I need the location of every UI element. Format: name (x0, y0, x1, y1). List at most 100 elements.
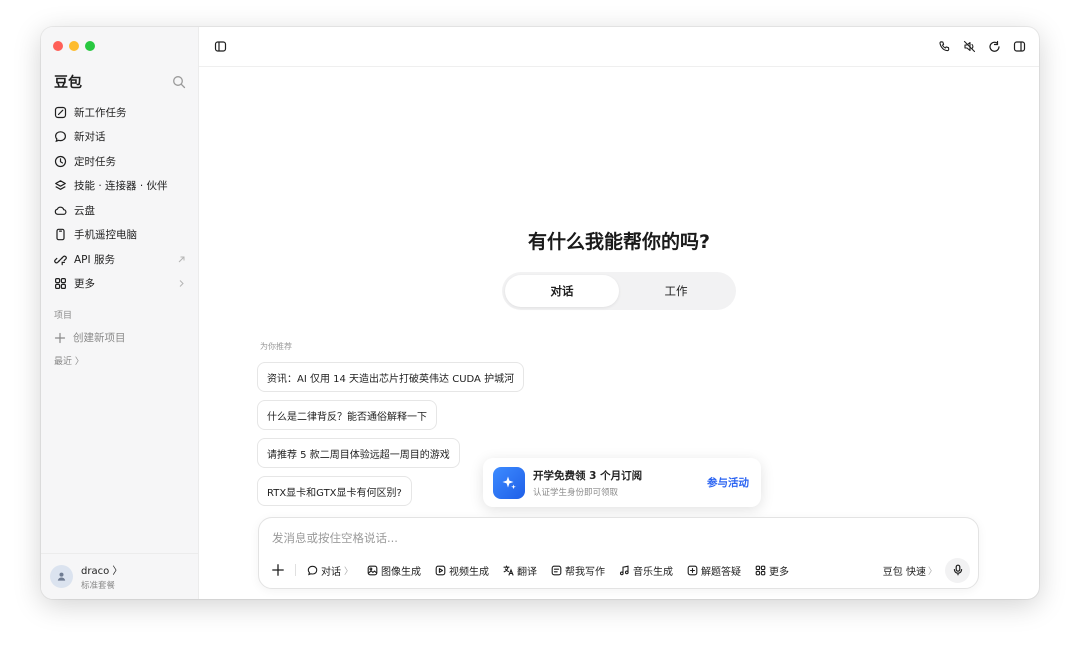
sidebar-nav: 新工作任务 新对话 定时任务 技能 · 连接器 · 伙伴 云盘 手机遥控电脑 A… (54, 100, 186, 296)
panel-toggle-icon[interactable] (1013, 40, 1026, 53)
sidebar-item-cloud-drive[interactable]: 云盘 (54, 198, 186, 223)
sidebar: 豆包 新工作任务 新对话 定时任务 技能 · 连接器 · 伙伴 云盘 手机遥控电… (41, 27, 199, 599)
new-chat-icon[interactable] (988, 40, 1001, 53)
app-window: 豆包 新工作任务 新对话 定时任务 技能 · 连接器 · 伙伴 云盘 手机遥控电… (41, 27, 1039, 599)
phone-call-icon[interactable] (938, 40, 951, 53)
grid-icon (755, 565, 766, 576)
zoom-window-button[interactable] (85, 41, 95, 51)
api-icon (54, 253, 67, 266)
music-icon (619, 565, 630, 576)
sidebar-toggle-icon[interactable] (214, 40, 227, 53)
app-brand: 豆包 (54, 75, 82, 91)
tool-label: 图像生成 (381, 566, 422, 578)
sidebar-item-scheduled-tasks[interactable]: 定时任务 (54, 149, 186, 174)
chevron-right-icon (177, 279, 186, 288)
main-panel: 有什么我能帮你的吗? 对话 工作 为你推荐 资讯：AI 仅用 14 天造出芯片打… (199, 27, 1039, 599)
tool-music-generation[interactable]: 音乐生成 (619, 563, 673, 578)
create-project-label: 创建新项目 (73, 332, 126, 344)
recent-section-toggle[interactable]: 最近 〉 (54, 354, 84, 367)
sidebar-item-label: API 服务 (74, 253, 115, 266)
tool-writing-assistant[interactable]: 帮我写作 (551, 563, 605, 578)
mode-switch: 对话 工作 (502, 272, 736, 310)
chevron-right-icon: 〉 (344, 566, 354, 577)
top-bar (199, 27, 1039, 67)
user-profile[interactable]: draco 〉 标准套餐 (41, 553, 198, 599)
model-selector[interactable]: 豆包 快速 〉 (883, 563, 937, 578)
sidebar-item-label: 技能 · 连接器 · 伙伴 (74, 180, 168, 193)
brand-row: 豆包 (54, 72, 186, 92)
tool-label: 解题答疑 (701, 566, 742, 578)
sidebar-item-label: 云盘 (74, 204, 95, 217)
sidebar-item-new-chat[interactable]: 新对话 (54, 125, 186, 150)
image-icon (367, 565, 378, 576)
chat-bubble-icon (307, 565, 318, 576)
sidebar-item-phone-remote[interactable]: 手机遥控电脑 (54, 223, 186, 248)
promo-card: 开学免费领 3 个月订阅 认证学生身份即可领取 参与活动 (483, 458, 761, 507)
clock-icon (54, 155, 67, 168)
attach-plus-icon[interactable] (271, 563, 285, 577)
toolbar-divider (295, 564, 296, 576)
tool-more[interactable]: 更多 (755, 563, 789, 578)
microphone-icon (953, 564, 962, 576)
recommendation-chip[interactable]: 请推荐 5 款二周目体验远超一周目的游戏 (257, 438, 460, 468)
tab-chat[interactable]: 对话 (505, 275, 619, 307)
chat-bubble-icon (54, 130, 67, 143)
sidebar-item-new-work-task[interactable]: 新工作任务 (54, 100, 186, 125)
tool-label: 视频生成 (449, 566, 490, 578)
phone-icon (54, 228, 67, 241)
tool-video-generation[interactable]: 视频生成 (435, 563, 489, 578)
external-link-icon (177, 255, 186, 264)
avatar (50, 565, 73, 588)
search-icon[interactable] (172, 75, 186, 89)
sidebar-item-api-service[interactable]: API 服务 (54, 247, 186, 272)
tab-work[interactable]: 工作 (619, 275, 733, 307)
tool-label: 帮我写作 (565, 566, 606, 578)
solve-icon (687, 565, 698, 576)
sidebar-item-more[interactable]: 更多 (54, 272, 186, 297)
recommend-label: 为你推荐 (260, 342, 292, 351)
window-controls (53, 41, 95, 51)
sidebar-item-label: 定时任务 (74, 155, 116, 168)
recommendation-chip[interactable]: 资讯：AI 仅用 14 天造出芯片打破英伟达 CUDA 护城河 (257, 362, 525, 392)
recommendation-chip[interactable]: 什么是二律背反？能否通俗解释一下 (257, 400, 437, 430)
tool-image-generation[interactable]: 图像生成 (367, 563, 421, 578)
tool-problem-solving[interactable]: 解题答疑 (687, 563, 741, 578)
sidebar-item-label: 手机遥控电脑 (74, 229, 137, 242)
tool-chat-mode[interactable]: 对话 〉 (307, 563, 353, 578)
message-composer: 对话 〉 图像生成 视频生成 翻译 帮我写作 (258, 517, 979, 589)
promo-subtitle: 认证学生身份即可领取 (533, 487, 619, 498)
recommendation-chip[interactable]: RTX显卡和GTX显卡有何区别? (257, 476, 412, 506)
close-window-button[interactable] (53, 41, 63, 51)
microphone-button[interactable] (945, 557, 970, 583)
tool-label: 音乐生成 (633, 566, 674, 578)
projects-section-label: 项目 (54, 311, 73, 321)
tool-translate[interactable]: 翻译 (503, 563, 537, 578)
tool-label: 对话 (321, 566, 341, 578)
sidebar-item-label: 更多 (74, 278, 95, 291)
promo-title: 开学免费领 3 个月订阅 (533, 469, 643, 482)
page-title: 有什么我能帮你的吗? (527, 231, 711, 253)
create-project-button[interactable]: 创建新项目 (54, 330, 126, 345)
user-plan: 标准套餐 (81, 581, 116, 591)
promo-join-button[interactable]: 参与活动 (707, 475, 749, 490)
layers-icon (54, 179, 67, 192)
translate-icon (503, 564, 514, 576)
video-icon (435, 565, 446, 576)
sidebar-item-label: 新对话 (74, 131, 106, 144)
minimize-window-button[interactable] (69, 41, 79, 51)
user-name: draco 〉 (81, 566, 123, 577)
sidebar-item-label: 新工作任务 (74, 106, 127, 119)
message-input[interactable] (272, 528, 872, 548)
grid-icon (54, 277, 67, 290)
plus-icon (54, 332, 66, 344)
tool-label: 翻译 (517, 566, 538, 578)
write-icon (551, 565, 562, 576)
mute-speaker-icon[interactable] (963, 40, 976, 53)
sidebar-item-skills-connectors[interactable]: 技能 · 连接器 · 伙伴 (54, 174, 186, 199)
top-actions (938, 40, 1026, 53)
sparkle-icon (493, 466, 525, 499)
chevron-right-icon: 〉 (927, 566, 937, 577)
composer-toolbar: 对话 〉 图像生成 视频生成 翻译 帮我写作 音乐生成 解题答疑 更多 豆包 快… (271, 557, 970, 583)
edit-icon (54, 106, 67, 119)
tool-label: 更多 (769, 566, 790, 578)
